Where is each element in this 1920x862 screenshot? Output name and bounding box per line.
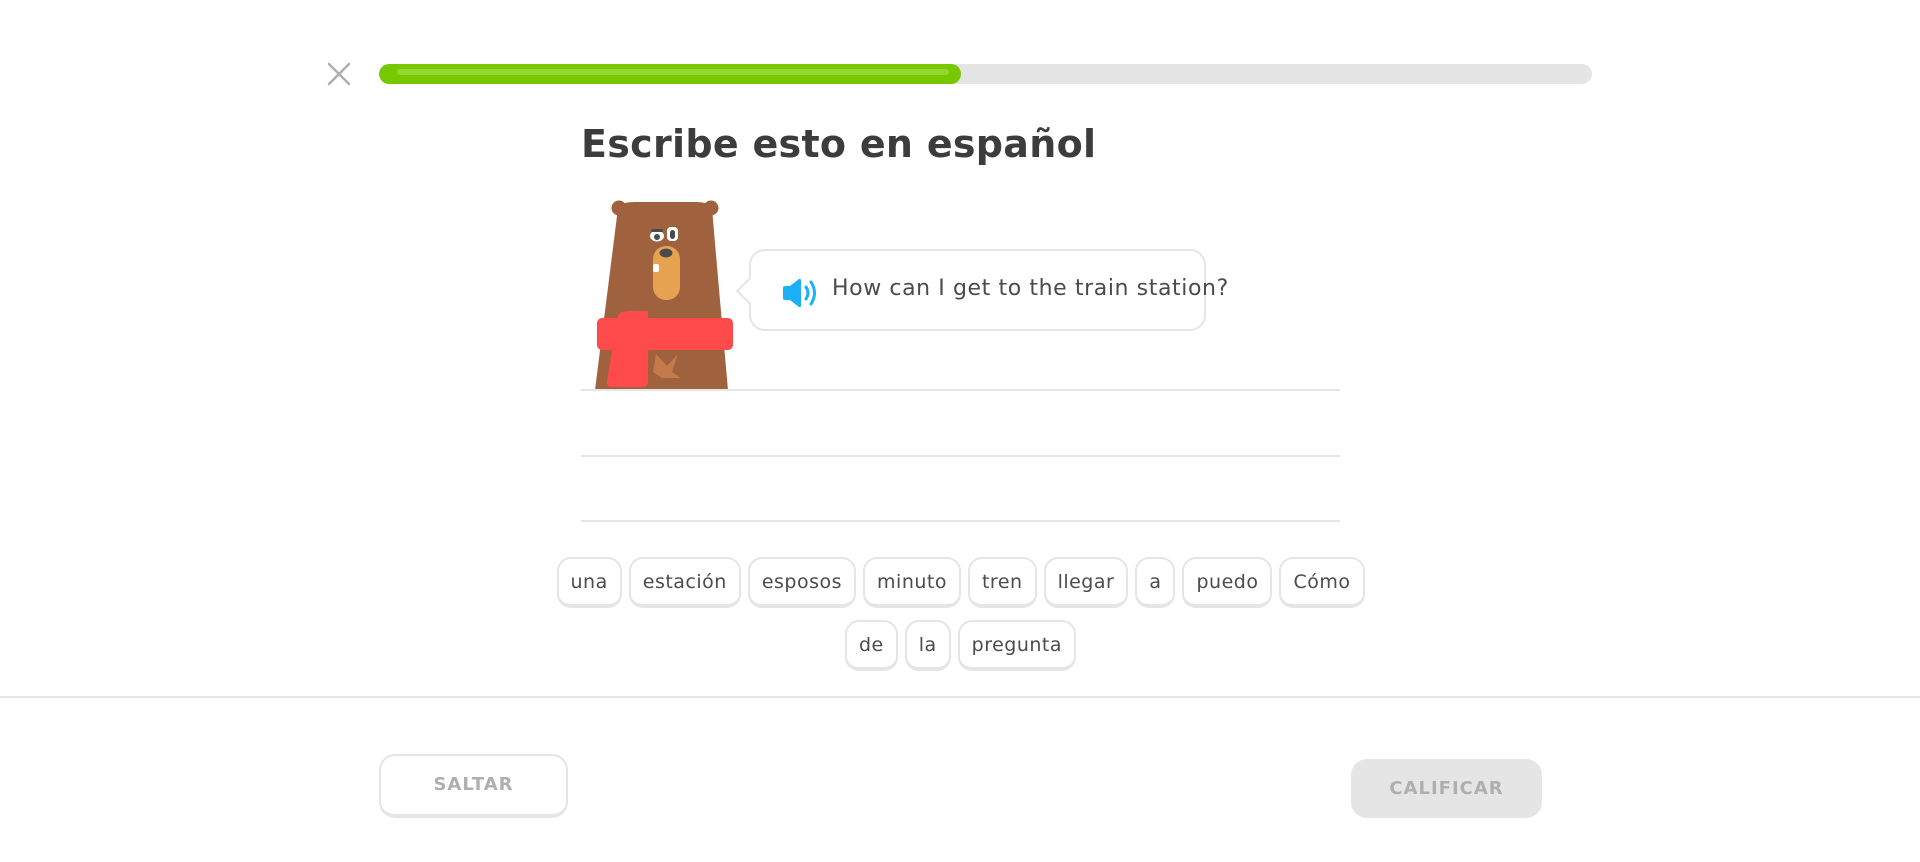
word-tile[interactable]: puedo [1182,557,1273,608]
answer-line-2 [581,455,1340,457]
word-tile[interactable]: pregunta [957,620,1077,671]
word-tile[interactable]: la [904,620,951,671]
prompt-speech-bubble: How can I get to the train station? [735,249,1228,331]
answer-line-1 [581,389,1340,391]
word-bank-row: una estación esposos minuto tren llegar … [556,557,1365,608]
word-tile[interactable]: de [844,620,898,671]
word-tile[interactable]: a [1135,557,1176,608]
check-button[interactable]: CALIFICAR [1351,759,1542,818]
lesson-header [0,0,1920,120]
word-tile[interactable]: minuto [863,557,961,608]
skip-button[interactable]: SALTAR [379,754,568,818]
progress-bar [379,64,1592,84]
word-bank: una estación esposos minuto tren llegar … [556,557,1365,683]
progress-bar-fill [379,64,961,84]
bear-character-image [590,196,740,390]
progress-bar-highlight [397,69,949,75]
prompt-sentence: How can I get to the train station? [832,276,1229,301]
word-tile[interactable]: Cómo [1279,557,1365,608]
footer-divider [0,696,1920,698]
speech-bubble-tail [735,276,765,306]
close-icon[interactable] [324,59,354,89]
word-tile[interactable]: tren [967,557,1037,608]
word-tile[interactable]: esposos [747,557,857,608]
word-bank-row: de la pregunta [581,620,1340,671]
word-tile[interactable]: una [556,557,622,608]
word-tile[interactable]: estación [628,557,741,608]
answer-line-3 [581,520,1340,522]
word-tile[interactable]: llegar [1043,557,1129,608]
speaker-icon[interactable] [781,277,819,309]
page-title: Escribe esto en español [581,122,1097,166]
